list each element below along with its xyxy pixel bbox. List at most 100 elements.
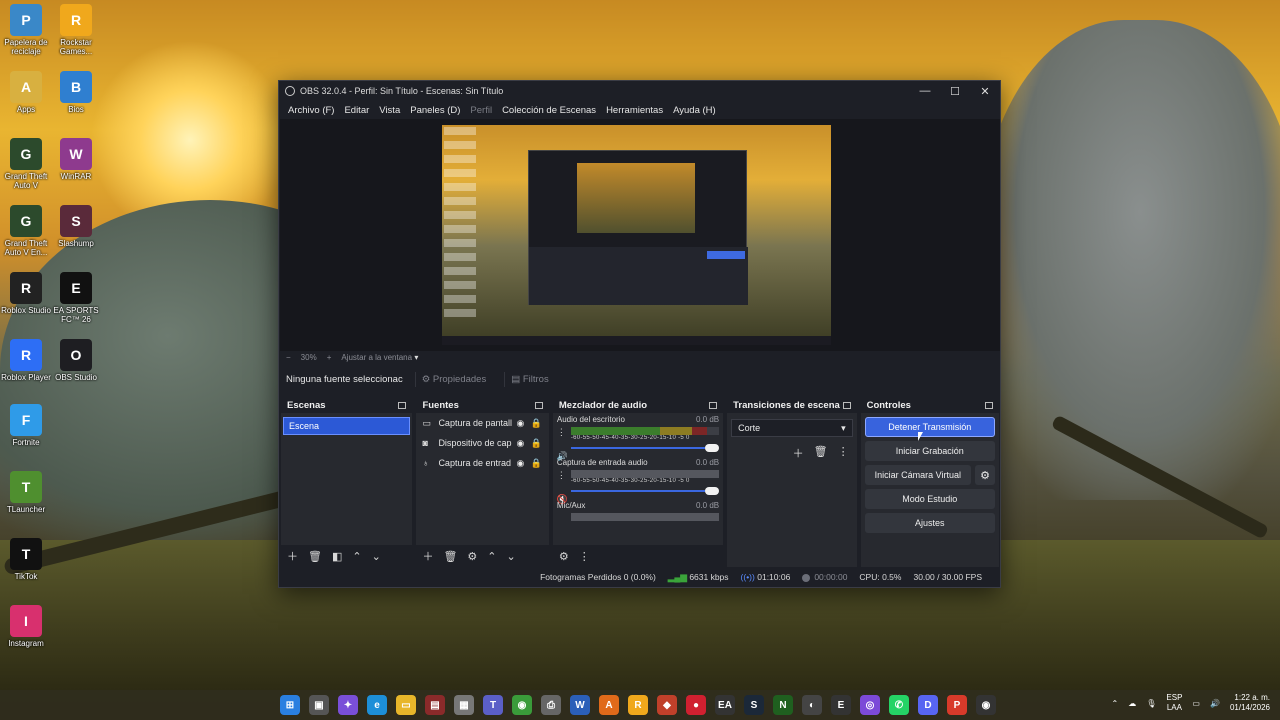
close-button[interactable]: ✕ [970,85,1000,98]
desktop-icon[interactable]: P Papelera de reciclaje [0,4,52,56]
minimize-button[interactable]: — [910,85,940,97]
menu-vista[interactable]: Vista [374,105,405,116]
transition-select[interactable]: Corte ▾ [731,419,853,437]
copilot-icon[interactable]: ✦ [338,695,358,715]
undock-icon[interactable] [709,401,718,409]
desktop-icon[interactable]: G Grand Theft Auto V En... [0,205,52,257]
move-down-icon[interactable]: ⌄ [372,550,381,563]
lock-icon[interactable]: 🔒 [528,458,544,469]
add-source-icon[interactable]: ＋ [422,548,433,564]
remove-transition-icon[interactable]: 🗑 [814,445,828,461]
source-row[interactable]: ▭ Captura de pantall ◉ 🔒 [416,413,548,433]
desktop-icon[interactable]: T TikTok [0,538,52,581]
teams-icon[interactable]: T [483,695,503,715]
desktop-icon[interactable]: S Slashump [50,205,102,248]
filter-scene-icon[interactable]: ◧ [332,550,342,563]
move-up-icon[interactable]: ⌃ [487,550,496,563]
menu-paneles[interactable]: Paneles (D) [405,105,465,116]
zoom-in-button[interactable]: + [327,353,332,362]
desktop-icon[interactable]: R Roblox Studio [0,272,52,315]
undock-icon[interactable] [842,401,851,409]
source-row[interactable]: ◙ Dispositivo de cap ◉ 🔒 [416,433,548,453]
fader-knob[interactable] [705,487,720,495]
add-transition-icon[interactable]: ＋ [793,445,804,461]
file-explorer-icon[interactable]: ▭ [396,695,416,715]
undock-icon[interactable] [985,401,993,409]
menu-archivo[interactable]: Archivo (F) [283,105,339,116]
monitor-tray-icon[interactable]: ▭ [1192,699,1200,708]
desktop-icon[interactable]: R Roblox Player [0,339,52,382]
preview-area[interactable] [280,119,1000,351]
word-icon[interactable]: W [570,695,590,715]
visibility-eye-icon[interactable]: ◉ [512,418,528,429]
obs-taskbar-icon[interactable]: ◉ [976,695,996,715]
desktop-icon[interactable]: A Apps [0,71,52,114]
source-settings-icon[interactable]: ⚙ [467,550,477,563]
channel-menu-icon[interactable]: ⋮ [557,427,566,438]
add-scene-icon[interactable]: ＋ [287,548,298,564]
pdf-icon[interactable]: P [947,695,967,715]
clock[interactable]: 1:22 a. m. 01/14/2026 [1230,693,1270,713]
chevron-up-icon[interactable]: ⌃ [1112,699,1119,708]
lock-icon[interactable]: 🔒 [528,438,544,449]
app-purple-icon[interactable]: ◎ [860,695,880,715]
maximize-button[interactable]: ☐ [940,85,970,98]
volume-fader[interactable] [570,444,720,452]
desktop-icon[interactable]: T TLauncher [0,471,52,514]
settings-button[interactable]: Ajustes [864,513,995,533]
desktop-icon[interactable]: O OBS Studio [50,339,102,382]
task-view-icon[interactable]: ▣ [309,695,329,715]
move-down-icon[interactable]: ⌄ [507,550,516,563]
virtual-cam-settings-gear-icon[interactable]: ⚙ [975,465,995,485]
anydesk-icon[interactable]: A [599,695,619,715]
store-icon[interactable]: ▦ [454,695,474,715]
move-up-icon[interactable]: ⌃ [352,550,361,563]
winrar-taskbar-icon[interactable]: ▤ [425,695,445,715]
volume-fader[interactable] [570,487,720,495]
desktop-icon[interactable]: B Bios [50,71,102,114]
microphone-tray-icon[interactable]: 🎙 [1146,699,1156,708]
desktop-icon[interactable]: I Instagram [0,605,52,648]
epic-icon[interactable]: E [831,695,851,715]
titlebar[interactable]: OBS 32.0.4 - Perfil: Sin Título - Escena… [279,81,1000,101]
start-virtual-cam-button[interactable]: Iniciar Cámara Virtual [864,465,971,485]
volume-icon[interactable]: 🔊 [1210,699,1220,708]
studio-mode-button[interactable]: Modo Estudio [864,489,995,509]
source-row[interactable]: ♁ Captura de entrad ◉ 🔒 [416,453,548,473]
visibility-eye-icon[interactable]: ◉ [512,438,528,449]
fader-knob[interactable] [705,444,720,452]
menu-coleccion-escenas[interactable]: Colección de Escenas [497,105,601,116]
network-icon[interactable]: ☁ [1128,699,1136,708]
stop-stream-button[interactable]: Detener Transmisión [864,417,995,437]
steam-icon[interactable]: S [744,695,764,715]
undock-icon[interactable] [534,401,543,409]
scene-item[interactable]: Escena [283,417,411,435]
lock-icon[interactable]: 🔒 [528,418,544,429]
fit-window-dropdown[interactable]: Ajustar a la ventana ▾ [341,353,418,362]
visibility-eye-icon[interactable]: ◉ [512,458,528,469]
zoom-out-button[interactable]: − [286,353,291,362]
menu-editar[interactable]: Editar [339,105,374,116]
discord-icon[interactable]: D [918,695,938,715]
transition-menu-icon[interactable]: ⋮ [838,445,849,461]
obs-window[interactable]: OBS 32.0.4 - Perfil: Sin Título - Escena… [278,80,1001,588]
mixer-menu-icon[interactable]: ⋮ [579,550,590,563]
rockstar-taskbar-icon[interactable]: R [628,695,648,715]
desktop-icon[interactable]: F Fortnite [0,404,52,447]
desktop-icon[interactable]: E EA SPORTS FC™ 26 [50,272,102,324]
desktop-icon[interactable]: W WinRAR [50,138,102,181]
github-icon[interactable]: ◐ [802,695,822,715]
channel-menu-icon[interactable]: ⋮ [557,470,566,481]
edge-icon[interactable]: e [367,695,387,715]
remove-scene-icon[interactable]: 🗑 [308,550,322,563]
nvidia-icon[interactable]: N [773,695,793,715]
start-windows-icon[interactable]: ⊞ [280,695,300,715]
undock-icon[interactable] [398,401,407,409]
chrome-icon[interactable]: ◉ [512,695,532,715]
remove-source-icon[interactable]: 🗑 [443,550,457,563]
stream-preview[interactable] [442,125,831,345]
whatsapp-icon[interactable]: ✆ [889,695,909,715]
menu-herramientas[interactable]: Herramientas [601,105,668,116]
ea-app-icon[interactable]: EA [715,695,735,715]
menu-perfil[interactable]: Perfil [465,105,497,116]
